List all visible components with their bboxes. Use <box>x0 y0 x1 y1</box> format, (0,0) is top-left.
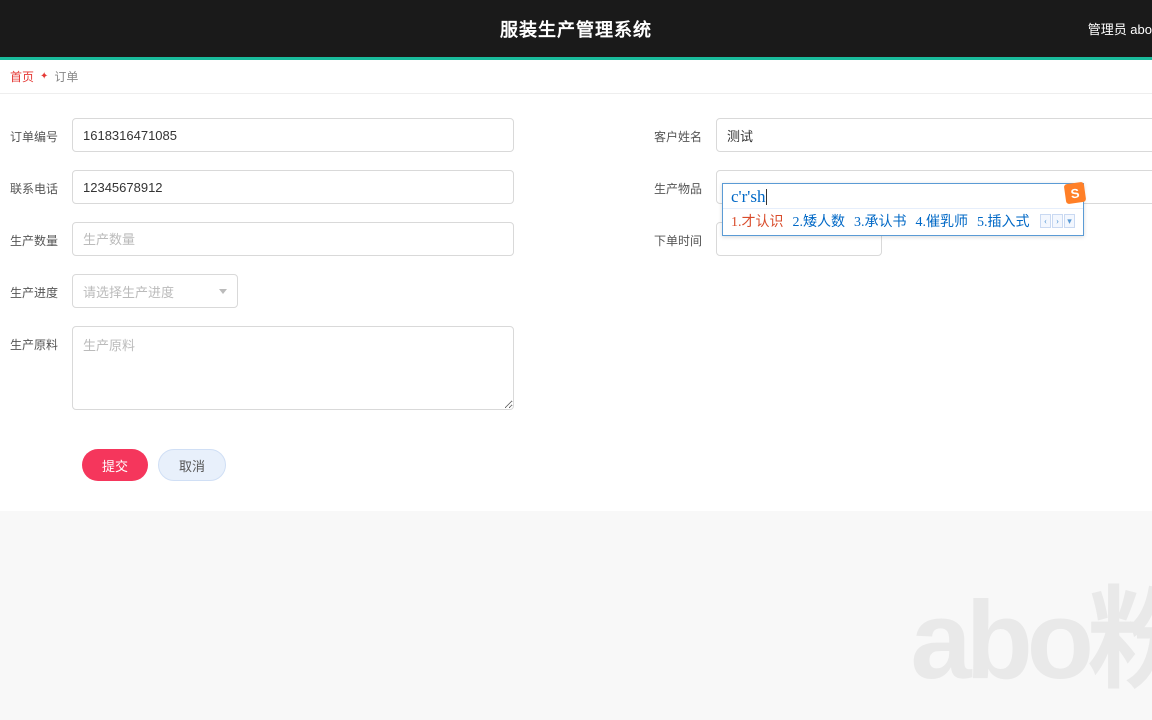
input-qty[interactable] <box>72 222 514 256</box>
label-product: 生产物品 <box>654 170 704 197</box>
field-customer: 客户姓名 <box>654 118 1152 152</box>
label-order-no: 订单编号 <box>10 118 60 145</box>
ime-cursor-icon <box>766 189 767 205</box>
label-customer: 客户姓名 <box>654 118 704 145</box>
field-qty: 生产数量 <box>10 222 514 256</box>
field-order-no: 订单编号 <box>10 118 514 152</box>
textarea-material[interactable] <box>72 326 514 410</box>
breadcrumb-home[interactable]: 首页 <box>10 68 34 85</box>
label-order-time: 下单时间 <box>654 222 704 249</box>
input-customer[interactable] <box>716 118 1152 152</box>
sogou-logo-icon: S <box>1064 182 1087 205</box>
label-qty: 生产数量 <box>10 222 60 249</box>
watermark: abo粉 <box>910 550 1152 710</box>
app-title: 服装生产管理系统 <box>0 16 1152 42</box>
ime-prev-icon[interactable]: ‹ <box>1040 214 1051 228</box>
field-material: 生产原料 <box>10 326 514 413</box>
breadcrumb-current[interactable]: 订单 <box>54 68 78 85</box>
chevron-down-icon <box>219 289 227 294</box>
label-progress: 生产进度 <box>10 274 60 301</box>
ime-nav: ‹ › ▾ <box>1040 214 1075 228</box>
top-bar: 服装生产管理系统 管理员 abo <box>0 0 1152 60</box>
form-actions: 提交 取消 <box>82 449 514 481</box>
ime-candidate-2[interactable]: 2.矮人数 <box>793 211 846 231</box>
input-phone[interactable] <box>72 170 514 204</box>
cancel-button[interactable]: 取消 <box>158 449 226 481</box>
select-progress-placeholder: 请选择生产进度 <box>83 282 174 301</box>
form-panel: 订单编号 联系电话 生产数量 生产进度 请选择生产进度 <box>0 94 1152 511</box>
submit-button[interactable]: 提交 <box>82 449 148 481</box>
ime-candidate-1[interactable]: 1.才认识 <box>731 211 784 231</box>
ime-next-icon[interactable]: › <box>1052 214 1063 228</box>
ime-menu-icon[interactable]: ▾ <box>1064 214 1075 228</box>
ime-composition: c'r'sh <box>731 187 765 207</box>
ime-candidate-4[interactable]: 4.催乳师 <box>916 211 969 231</box>
ime-popup: c'r'sh S 1.才认识 2.矮人数 3.承认书 4.催乳师 5.插入式 ‹… <box>722 183 1084 236</box>
ime-candidate-5[interactable]: 5.插入式 <box>977 211 1030 231</box>
input-order-no[interactable] <box>72 118 514 152</box>
label-phone: 联系电话 <box>10 170 60 197</box>
field-progress: 生产进度 请选择生产进度 <box>10 274 514 308</box>
ime-candidates: 1.才认识 2.矮人数 3.承认书 4.催乳师 5.插入式 ‹ › ▾ <box>723 208 1083 235</box>
breadcrumb: 首页 ✦ 订单 <box>0 60 1152 94</box>
user-info[interactable]: 管理员 abo <box>1088 19 1152 38</box>
field-phone: 联系电话 <box>10 170 514 204</box>
label-material: 生产原料 <box>10 326 60 353</box>
ime-candidate-3[interactable]: 3.承认书 <box>854 211 907 231</box>
breadcrumb-sep-icon: ✦ <box>40 71 48 82</box>
select-progress[interactable]: 请选择生产进度 <box>72 274 238 308</box>
